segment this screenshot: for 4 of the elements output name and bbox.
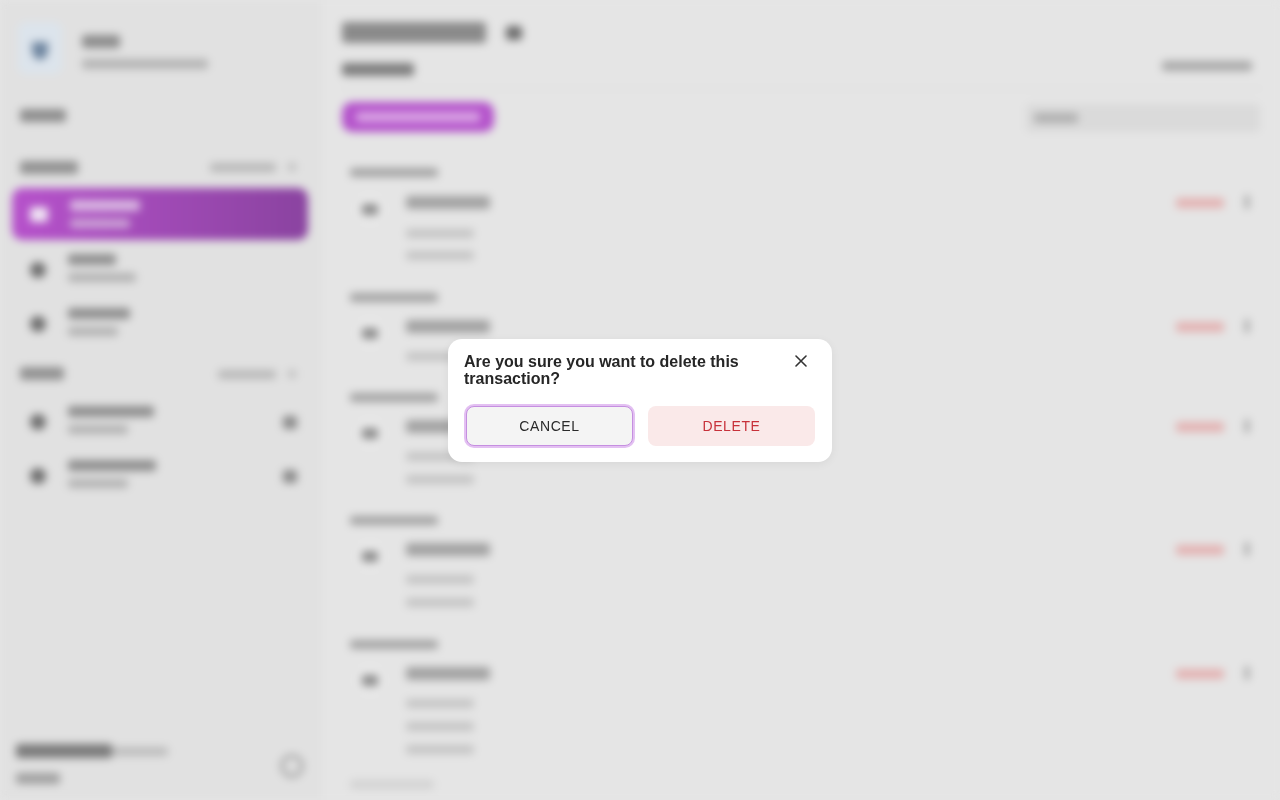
close-button[interactable] [795, 354, 807, 367]
delete-button[interactable]: DELETE [648, 405, 815, 446]
close-icon [795, 354, 807, 367]
dialog-title: Are you sure you want to delete this transaction? [464, 352, 740, 387]
